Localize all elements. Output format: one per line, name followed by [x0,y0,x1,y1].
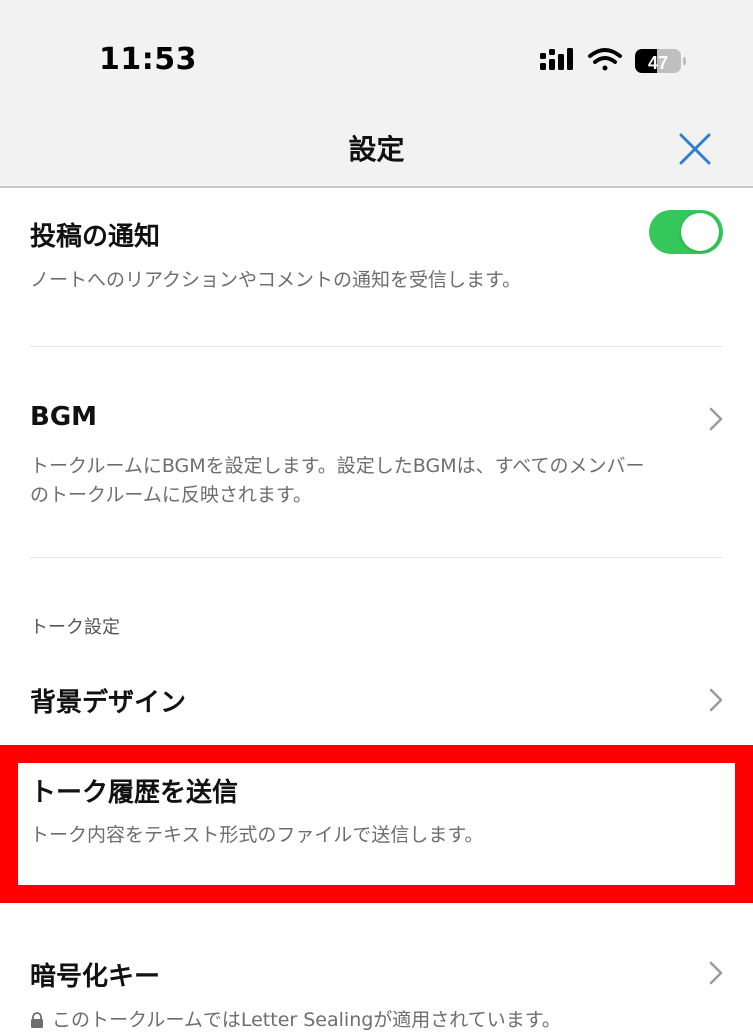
background-design-title: 背景デザイン [30,688,187,718]
post-notification-title: 投稿の通知 [30,222,161,252]
setting-bgm[interactable]: BGM トークルームにBGMを設定します。設定したBGMは、すべてのメンバー の… [30,402,723,512]
section-header-talk-settings: トーク設定 [30,617,120,638]
setting-send-talk-history[interactable]: トーク履歴を送信 トーク内容をテキスト形式のファイルで送信します。 [30,772,723,862]
bgm-title: BGM [30,402,98,432]
wifi-icon [588,48,622,71]
post-notification-toggle[interactable] [649,210,723,254]
setting-background-design[interactable]: 背景デザイン [30,682,723,722]
cellular-signal-icon [540,48,573,70]
toggle-knob [681,213,719,251]
bgm-description: トークルームにBGMを設定します。設定したBGMは、すべてのメンバー のトークル… [30,452,715,510]
setting-post-notification: 投稿の通知 ノートへのリアクションやコメントの通知を受信します。 [30,216,723,306]
setting-encryption-key[interactable]: 暗号化キー このトークルームではLetter Sealingが適用されています。 [30,956,723,1036]
send-history-description: トーク内容をテキスト形式のファイルで送信します。 [30,824,484,846]
encryption-key-title: 暗号化キー [30,962,161,992]
close-button[interactable] [676,130,714,168]
chevron-right-icon [709,407,723,431]
send-history-title: トーク履歴を送信 [30,778,239,808]
divider [30,557,723,558]
post-notification-description: ノートへのリアクションやコメントの通知を受信します。 [30,269,522,291]
status-bar: 11:53 47 [0,0,753,112]
status-time: 11:53 [99,42,197,77]
bgm-description-line1: トークルームにBGMを設定します。設定したBGMは、すべてのメンバー [30,455,645,477]
lock-icon [31,1012,43,1028]
status-icons: 47 [540,48,686,73]
encryption-key-description: このトークルームではLetter Sealingが適用されています。 [52,1009,561,1031]
bgm-description-line2: のトークルームに反映されます。 [30,484,312,506]
close-icon [679,133,711,165]
chevron-right-icon [709,688,723,712]
settings-header: 設定 [0,112,753,188]
battery-level: 47 [648,53,668,73]
page-title: 設定 [348,133,405,166]
divider [30,346,723,347]
chevron-right-icon [709,961,723,985]
